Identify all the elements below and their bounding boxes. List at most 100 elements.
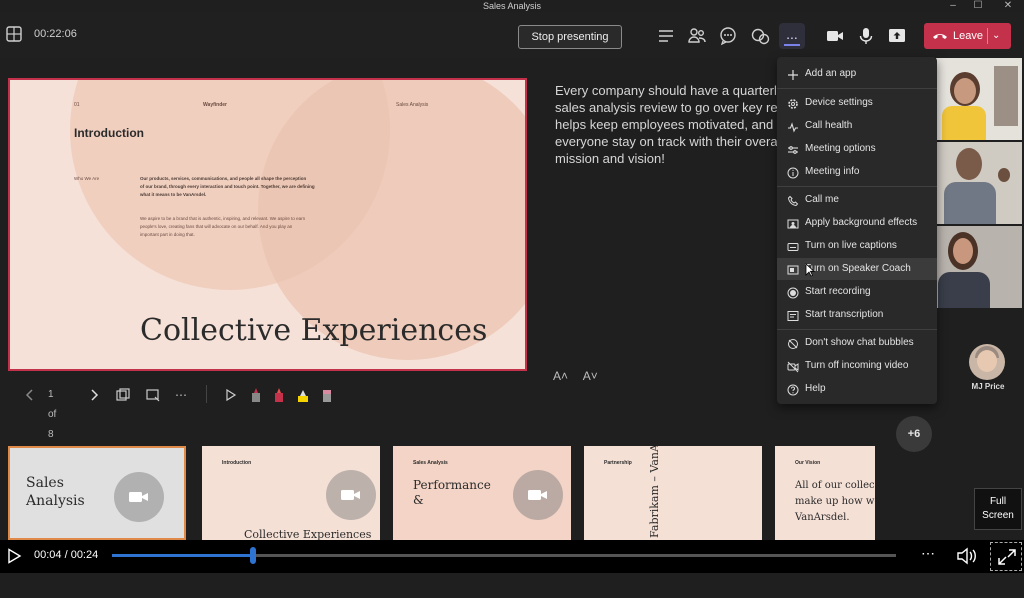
transcript-icon: [787, 309, 799, 321]
increase-font-button[interactable]: A˄: [553, 369, 568, 383]
menu-item-meeting-info[interactable]: Meeting info: [777, 161, 937, 183]
chevron-down-icon[interactable]: ⌄: [992, 23, 1000, 49]
slide-body-line: We aspire to be a brand that is authenti…: [140, 216, 306, 221]
participant-video[interactable]: [936, 58, 1022, 140]
video-camera-icon: [528, 490, 547, 500]
menu-item-start-transcription[interactable]: Start transcription: [777, 304, 937, 326]
slide-heading: Introduction: [74, 126, 144, 140]
grid-view-icon[interactable]: [115, 385, 131, 405]
leave-button[interactable]: Leave ⌄: [924, 23, 1011, 49]
full-screen-button[interactable]: [990, 542, 1022, 571]
seek-bar-handle[interactable]: [250, 547, 257, 564]
slide-header-number: 01: [74, 102, 80, 108]
gear-icon: [787, 97, 799, 109]
close-window-button[interactable]: ✕: [994, 0, 1022, 12]
pointer-tool-icon[interactable]: [223, 385, 239, 405]
thumbnail-slide-4[interactable]: Partnership Fabrikam – VanArsdel: [584, 446, 762, 540]
thumbnail-slide-1[interactable]: Sales Analysis: [8, 446, 186, 540]
menu-item-call-me[interactable]: Call me: [777, 189, 937, 211]
next-slide-icon[interactable]: [86, 385, 102, 405]
more-participants-button[interactable]: +6: [896, 416, 932, 452]
decrease-font-button[interactable]: A˅: [583, 369, 598, 383]
chat-off-icon: [787, 337, 799, 349]
menu-item-help[interactable]: Help: [777, 378, 937, 400]
camera-icon[interactable]: [825, 26, 845, 46]
minimize-button[interactable]: –: [939, 0, 967, 12]
thumbnail-header: Our Vision: [795, 460, 821, 466]
thumbnail-title: All of our collective make up how we c a…: [795, 480, 875, 523]
video-off-icon: [787, 360, 799, 373]
presenter-notes: Every company should have a quarterly sa…: [555, 82, 777, 167]
phone-icon: [787, 194, 799, 207]
menu-item-chat-bubbles[interactable]: Don't show chat bubbles: [777, 332, 937, 354]
slide-body-line: important part in doing that.: [140, 232, 195, 237]
slide-thumbnails: Sales Analysis Introduction Collective E…: [0, 444, 878, 598]
thumbnail-header: Sales Analysis: [413, 460, 448, 466]
thumbnail-header: Introduction: [222, 460, 252, 466]
more-actions-menu: Add an app Device settings Call health M…: [777, 57, 937, 404]
participant-name: MJ Price: [971, 382, 1005, 391]
slide-big-title: Collective Experiences: [140, 313, 488, 348]
info-icon: [787, 166, 799, 179]
notes-line: sales analysis review to go over key res: [555, 100, 777, 115]
background-icon: [787, 217, 799, 229]
mouse-cursor-icon: [805, 263, 815, 277]
red-pen-tool-icon[interactable]: [271, 385, 287, 405]
thumbnail-title: Sales Analysis: [26, 475, 85, 509]
thumbnail-slide-5[interactable]: Our Vision All of our collective make up…: [775, 446, 875, 540]
participants-icon[interactable]: [687, 26, 707, 46]
participant-video[interactable]: [936, 142, 1022, 224]
current-slide: 01 Wayfinder Sales Analysis Introduction…: [8, 78, 527, 371]
title-bar: Sales Analysis – ☐ ✕: [0, 0, 1024, 12]
menu-item-start-recording[interactable]: Start recording: [777, 281, 937, 303]
notes-line: mission and vision!: [555, 151, 665, 166]
thumbnail-slide-2[interactable]: Introduction Collective Experiences: [202, 446, 380, 540]
microphone-icon[interactable]: [856, 26, 876, 46]
volume-icon[interactable]: [956, 547, 978, 565]
participant-video[interactable]: [936, 226, 1022, 308]
highlighter-tool-icon[interactable]: [295, 385, 311, 405]
notes-line: everyone stay on track with their overa: [555, 134, 777, 149]
slide-body-line: of our brand, through every interaction …: [140, 184, 315, 189]
captions-icon: [787, 240, 799, 252]
slide-body-line: Our products, services, communications, …: [140, 176, 307, 181]
sync-slides-icon[interactable]: [145, 385, 161, 405]
player-more-icon[interactable]: ⋯: [921, 545, 935, 562]
maximize-button[interactable]: ☐: [964, 0, 992, 12]
more-actions-button[interactable]: ...: [779, 23, 805, 49]
notes-icon[interactable]: [656, 26, 676, 46]
menu-item-meeting-options[interactable]: Meeting options: [777, 138, 937, 160]
thumbnail-slide-3[interactable]: Sales Analysis Performance &: [393, 446, 571, 540]
meeting-timer: 00:22:06: [34, 28, 77, 40]
expand-icon: [998, 549, 1016, 565]
eraser-tool-icon[interactable]: [319, 385, 335, 405]
menu-item-device-settings[interactable]: Device settings: [777, 92, 937, 114]
slide-header-brand: Wayfinder: [203, 102, 227, 108]
menu-item-speaker-coach[interactable]: Turn on Speaker Coach: [777, 258, 937, 280]
camera-off-overlay: [513, 470, 563, 520]
play-icon[interactable]: [6, 548, 22, 564]
more-options-icon[interactable]: ⋯: [175, 385, 188, 405]
layout-grid-icon[interactable]: [6, 26, 22, 42]
menu-item-add-an-app[interactable]: Add an app: [777, 63, 937, 85]
pen-tool-icon[interactable]: [248, 385, 264, 405]
speaker-coach-icon: [787, 263, 799, 275]
video-camera-icon: [341, 490, 360, 500]
menu-item-background-effects[interactable]: Apply background effects: [777, 212, 937, 234]
help-icon: [787, 383, 799, 396]
stop-presenting-button[interactable]: Stop presenting: [518, 25, 622, 49]
window-title: Sales Analysis: [482, 1, 542, 11]
chat-icon[interactable]: [718, 26, 738, 46]
slide-header-title: Sales Analysis: [396, 102, 429, 108]
notes-line: helps keep employees motivated, and: [555, 117, 774, 132]
menu-item-call-health[interactable]: Call health: [777, 115, 937, 137]
camera-off-overlay: [114, 472, 164, 522]
seek-bar[interactable]: [112, 547, 896, 564]
menu-item-incoming-video[interactable]: Turn off incoming video: [777, 355, 937, 377]
avatar[interactable]: [969, 344, 1005, 380]
thumbnail-header: Partnership: [604, 460, 632, 466]
share-screen-icon[interactable]: [887, 26, 907, 46]
reactions-icon[interactable]: [750, 26, 770, 46]
previous-slide-icon[interactable]: [22, 385, 38, 405]
menu-item-live-captions[interactable]: Turn on live captions: [777, 235, 937, 257]
